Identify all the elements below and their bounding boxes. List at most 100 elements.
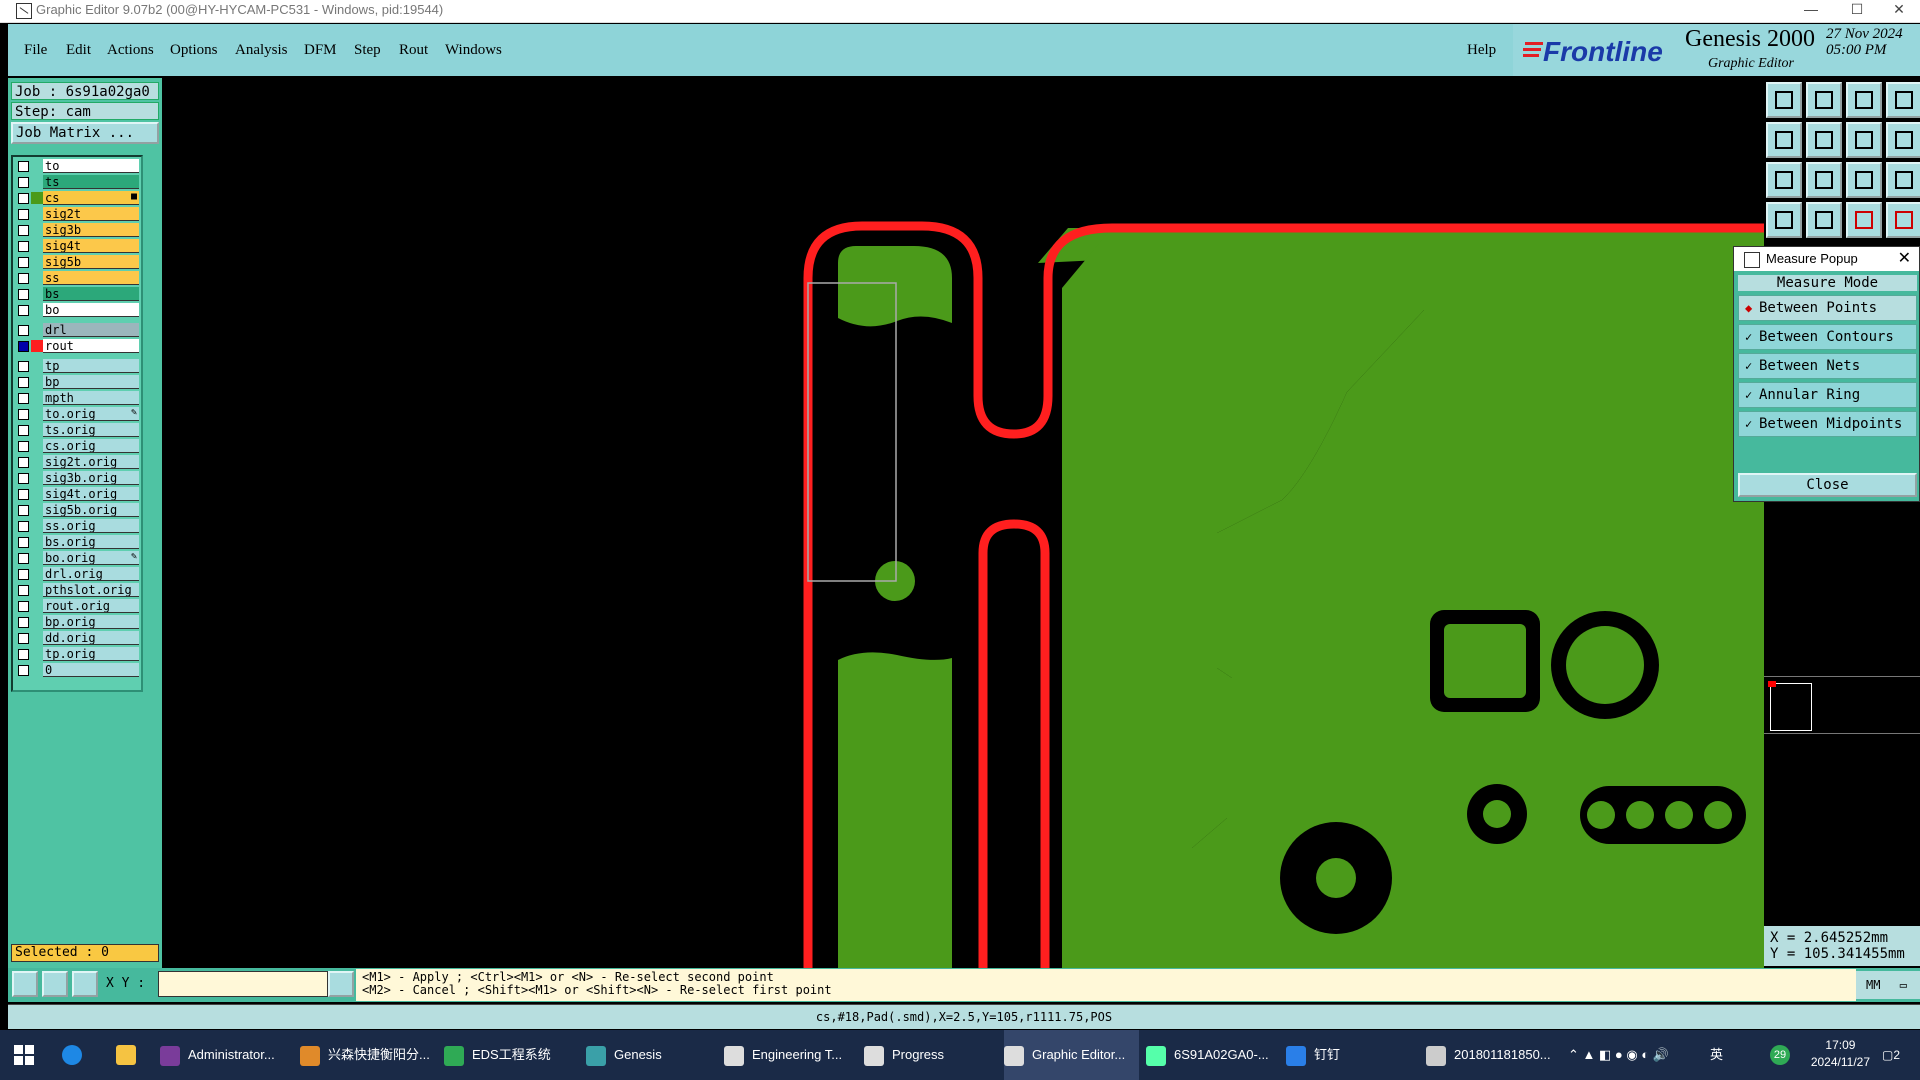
layer-checkbox[interactable]: [18, 457, 29, 468]
start-button[interactable]: [14, 1030, 34, 1080]
overview-minimap[interactable]: [1764, 676, 1920, 734]
layer-checkbox[interactable]: [18, 361, 29, 372]
layer-checkbox[interactable]: [18, 665, 29, 676]
minimap-viewport[interactable]: [1770, 683, 1812, 731]
layer-name[interactable]: ts.orig: [43, 423, 139, 437]
layer-checkbox[interactable]: [18, 489, 29, 500]
layer-checkbox[interactable]: [18, 441, 29, 452]
menu-help[interactable]: Help: [1467, 42, 1496, 59]
layer-row[interactable]: sig3b: [13, 223, 139, 237]
ime-indicator[interactable]: 英: [1710, 1030, 1723, 1080]
layer-name[interactable]: cs: [43, 191, 139, 205]
layer-name[interactable]: sig2t.orig: [43, 455, 139, 469]
layer-name[interactable]: tp: [43, 359, 139, 373]
measure-popup-close-icon[interactable]: ✕: [1898, 247, 1911, 271]
layer-name[interactable]: 0: [43, 663, 139, 677]
layer-checkbox[interactable]: [18, 569, 29, 580]
menu-step[interactable]: Step: [354, 42, 381, 59]
layer-row[interactable]: sig4t.orig: [13, 487, 139, 501]
layer-checkbox[interactable]: [18, 393, 29, 404]
measure-close-button[interactable]: Close: [1738, 473, 1917, 497]
menu-edit[interactable]: Edit: [66, 42, 91, 59]
layer-name[interactable]: ss: [43, 271, 139, 285]
browser-icon[interactable]: [62, 1030, 88, 1080]
angle-tool-button[interactable]: [42, 971, 68, 997]
tool-button-8[interactable]: [1886, 122, 1920, 158]
layer-name[interactable]: tp.orig: [43, 647, 139, 661]
layer-name[interactable]: bp.orig: [43, 615, 139, 629]
layer-name[interactable]: sig4t: [43, 239, 139, 253]
layer-row[interactable]: bo: [13, 303, 139, 317]
layer-checkbox[interactable]: [18, 585, 29, 596]
layer-checkbox[interactable]: [18, 377, 29, 388]
taskbar-item[interactable]: Progress: [864, 1030, 994, 1080]
layer-row[interactable]: ts: [13, 175, 139, 189]
maximize-button[interactable]: ☐: [1834, 0, 1880, 22]
minimize-button[interactable]: —: [1788, 0, 1834, 22]
layer-row[interactable]: rout.orig: [13, 599, 139, 613]
xy-input[interactable]: [158, 971, 328, 997]
menu-rout[interactable]: Rout: [399, 42, 428, 59]
layer-checkbox[interactable]: [18, 617, 29, 628]
layer-row[interactable]: drl: [13, 323, 139, 337]
layer-name[interactable]: dd.orig: [43, 631, 139, 645]
layer-row[interactable]: pthslot.orig: [13, 583, 139, 597]
option-between-points[interactable]: ◆ Between Points: [1738, 295, 1917, 321]
layer-name[interactable]: bo: [43, 303, 139, 317]
pcb-view[interactable]: [162, 78, 1764, 968]
layer-name[interactable]: cs.orig: [43, 439, 139, 453]
layer-checkbox[interactable]: [18, 341, 29, 352]
tool-button-1[interactable]: [1766, 82, 1802, 118]
tool-button-15[interactable]: [1846, 202, 1882, 238]
layer-checkbox[interactable]: [18, 305, 29, 316]
tray-badge[interactable]: 29: [1770, 1030, 1790, 1080]
layer-checkbox[interactable]: [18, 241, 29, 252]
layer-row[interactable]: rout: [13, 339, 139, 353]
taskbar-item[interactable]: EDS工程系统: [444, 1030, 574, 1080]
layer-checkbox[interactable]: [18, 193, 29, 204]
layer-checkbox[interactable]: [18, 425, 29, 436]
layer-row[interactable]: mpth: [13, 391, 139, 405]
taskbar-item[interactable]: Graphic Editor...: [1004, 1030, 1139, 1080]
job-matrix-button[interactable]: Job Matrix ...: [11, 122, 159, 144]
layer-checkbox[interactable]: [18, 209, 29, 220]
layer-checkbox[interactable]: [18, 601, 29, 612]
layer-name[interactable]: ts: [43, 175, 139, 189]
tool-button-2[interactable]: [1806, 82, 1842, 118]
snap-tool-button[interactable]: [12, 971, 38, 997]
pan-button[interactable]: [1806, 162, 1842, 198]
layer-row[interactable]: 0: [13, 663, 139, 677]
menu-dfm[interactable]: DFM: [304, 42, 337, 59]
layer-checkbox[interactable]: [18, 257, 29, 268]
zoom-fit-button[interactable]: [1766, 162, 1802, 198]
taskbar-item[interactable]: 钉钉: [1286, 1030, 1406, 1080]
layer-checkbox[interactable]: [18, 505, 29, 516]
layer-name[interactable]: rout.orig: [43, 599, 139, 613]
menu-file[interactable]: File: [24, 42, 47, 59]
layer-row[interactable]: tp.orig: [13, 647, 139, 661]
layer-name[interactable]: sig5b: [43, 255, 139, 269]
layer-row[interactable]: cs.orig: [13, 439, 139, 453]
layer-row[interactable]: sig5b.orig: [13, 503, 139, 517]
layer-name[interactable]: sig3b.orig: [43, 471, 139, 485]
layer-name[interactable]: to.orig: [43, 407, 139, 421]
layer-name[interactable]: bs.orig: [43, 535, 139, 549]
layer-row[interactable]: drl.orig: [13, 567, 139, 581]
layer-row[interactable]: bo.orig ✎: [13, 551, 139, 565]
layer-name[interactable]: sig5b.orig: [43, 503, 139, 517]
layer-row[interactable]: sig2t: [13, 207, 139, 221]
layer-name[interactable]: sig4t.orig: [43, 487, 139, 501]
tool-button-13[interactable]: [1766, 202, 1802, 238]
file-explorer-icon[interactable]: [116, 1030, 142, 1080]
layer-row[interactable]: sig2t.orig: [13, 455, 139, 469]
option-annular-ring[interactable]: ✓ Annular Ring: [1738, 382, 1917, 408]
tool-button-14[interactable]: [1806, 202, 1842, 238]
option-between-nets[interactable]: ✓ Between Nets: [1738, 353, 1917, 379]
layer-row[interactable]: ss.orig: [13, 519, 139, 533]
option-between-contours[interactable]: ✓ Between Contours: [1738, 324, 1917, 350]
tool-button-7[interactable]: [1846, 122, 1882, 158]
layer-row[interactable]: dd.orig: [13, 631, 139, 645]
home-tool-button[interactable]: [1846, 82, 1882, 118]
layer-name[interactable]: sig2t: [43, 207, 139, 221]
layer-checkbox[interactable]: [18, 537, 29, 548]
